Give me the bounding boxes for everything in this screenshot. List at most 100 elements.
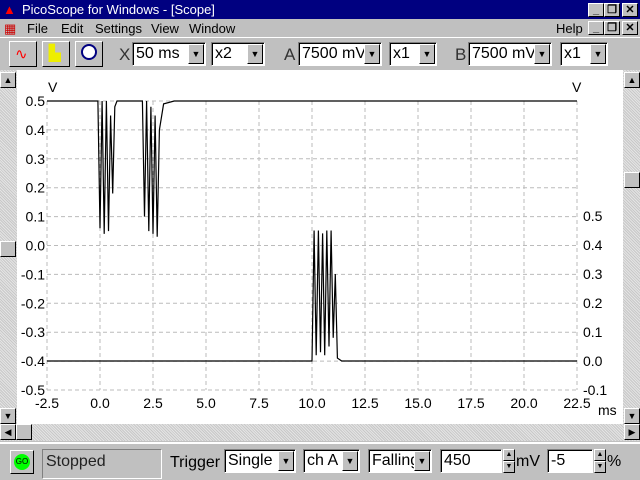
doc-close-button[interactable]: ✕ xyxy=(622,21,638,35)
left-tick-label: 0.5 xyxy=(26,93,46,109)
b-label: B xyxy=(455,45,467,64)
channel-a-range-select[interactable]: 7500 mV ▼ xyxy=(298,42,382,66)
menu-edit[interactable]: Edit xyxy=(61,21,83,36)
channel-b-multiplier-select[interactable]: x1 ▼ xyxy=(560,42,608,66)
horizontal-scrollbar[interactable] xyxy=(0,424,640,441)
x-tick-label: 0.0 xyxy=(90,395,110,411)
a-multiplier-value: x1 xyxy=(393,45,410,62)
spectrum-mode-button[interactable]: ▙ xyxy=(42,41,70,67)
chevron-down-icon: ▼ xyxy=(364,44,380,64)
level-down-button[interactable]: ▼ xyxy=(503,461,515,473)
left-tick-label: -0.5 xyxy=(21,382,45,398)
trigger-level-input[interactable]: 450 xyxy=(440,449,502,473)
trigger-mode-select[interactable]: Single ▼ xyxy=(224,449,296,473)
right-tick-label: -0.1 xyxy=(583,382,607,398)
chevron-down-icon: ▼ xyxy=(247,44,263,64)
scroll-up-right[interactable]: ▲ xyxy=(624,72,640,88)
right-vertical-scrollbar[interactable] xyxy=(623,70,640,424)
chevron-down-icon: ▼ xyxy=(278,451,294,471)
scroll-up-left[interactable]: ▲ xyxy=(0,72,16,88)
a-range-value: 7500 mV xyxy=(302,45,367,62)
status-bar: GO Stopped Trigger Single ▼ ch A ▼ Falling… xyxy=(0,442,640,480)
go-label: GO xyxy=(14,454,30,470)
level-up-button[interactable]: ▲ xyxy=(503,449,515,461)
timebase-value: 50 ms xyxy=(136,45,180,62)
trigger-label: Trigger xyxy=(170,454,221,471)
scope-plot: -2.5 0.0 2.5 5.0 7.5 10.0 12.5 15.0 17.5 20.0 22.5… xyxy=(17,70,623,424)
chevron-down-icon: ▼ xyxy=(342,451,358,471)
trigger-channel-value: ch A xyxy=(307,452,339,469)
x-multiplier-value: x2 xyxy=(215,45,232,62)
x-tick-label: 7.5 xyxy=(249,395,269,411)
scroll-left-button[interactable]: ◀ xyxy=(0,424,16,440)
scroll-thumb-right[interactable] xyxy=(624,172,640,188)
x-unit-label: ms xyxy=(598,402,617,418)
chevron-down-icon: ▼ xyxy=(590,44,606,64)
menu-file[interactable]: File xyxy=(27,21,48,36)
scroll-thumb-horizontal[interactable] xyxy=(16,424,32,440)
right-tick-label: 0.3 xyxy=(583,266,603,282)
close-button[interactable]: ✕ xyxy=(622,3,638,17)
channel-a-multiplier-select[interactable]: x1 ▼ xyxy=(389,42,437,66)
level-unit: mV xyxy=(516,453,540,470)
plot-background xyxy=(17,70,623,424)
x-tick-label: 17.5 xyxy=(457,395,484,411)
bar-chart-icon: ▙ xyxy=(49,45,61,62)
title-bar: ▲ PicoScope for Windows - [Scope] _ ❐ ✕ xyxy=(0,0,640,19)
x-tick-label: 12.5 xyxy=(351,395,378,411)
left-unit-label: V xyxy=(48,79,58,95)
chevron-down-icon: ▼ xyxy=(188,44,204,64)
left-tick-label: -0.4 xyxy=(21,353,45,369)
scroll-thumb-left[interactable] xyxy=(0,241,16,257)
go-button[interactable]: GO xyxy=(10,450,34,474)
window-title: PicoScope for Windows - [Scope] xyxy=(22,2,215,17)
menu-help[interactable]: Help xyxy=(556,21,583,36)
b-range-value: 7500 mV xyxy=(472,45,537,62)
menu-view[interactable]: View xyxy=(151,21,179,36)
channel-b-range-select[interactable]: 7500 mV ▼ xyxy=(468,42,552,66)
chevron-down-icon: ▼ xyxy=(534,44,550,64)
left-tick-label: 0.1 xyxy=(26,209,46,225)
x-label: X xyxy=(119,45,131,64)
menu-settings[interactable]: Settings xyxy=(95,21,142,36)
left-tick-label: -0.3 xyxy=(21,324,45,340)
doc-restore-button[interactable]: ❐ xyxy=(604,21,620,35)
trigger-delay-value: -5 xyxy=(551,452,566,469)
right-tick-label: 0.5 xyxy=(583,208,603,224)
toolbar: ∿ ▙ X 50 ms ▼ x2 ▼ A 7500 mV ▼ x1 ▼ B 7500 m… xyxy=(0,37,640,70)
trigger-level-value: 450 xyxy=(444,452,471,469)
delay-up-button[interactable]: ▲ xyxy=(594,449,606,461)
x-tick-label: 15.0 xyxy=(404,395,431,411)
scroll-down-right[interactable]: ▼ xyxy=(624,408,640,424)
x-multiplier-select[interactable]: x2 ▼ xyxy=(211,42,265,66)
minimize-button[interactable]: _ xyxy=(588,3,604,17)
meter-mode-button[interactable] xyxy=(75,41,103,67)
right-tick-label: 0.1 xyxy=(583,324,603,340)
delay-unit: % xyxy=(607,453,622,470)
chevron-down-icon: ▼ xyxy=(419,44,435,64)
b-multiplier-value: x1 xyxy=(564,45,581,62)
doc-minimize-button[interactable]: _ xyxy=(588,21,604,35)
restore-button[interactable]: ❐ xyxy=(604,3,620,17)
x-tick-label: 5.0 xyxy=(196,395,216,411)
left-tick-label: 0.0 xyxy=(26,238,46,254)
left-tick-label: 0.4 xyxy=(26,122,46,138)
timebase-select[interactable]: 50 ms ▼ xyxy=(132,42,206,66)
left-tick-label: 0.3 xyxy=(26,151,46,167)
right-tick-label: 0.4 xyxy=(583,237,603,253)
run-state: Stopped xyxy=(42,449,162,479)
a-label: A xyxy=(284,45,296,64)
right-tick-label: 0.2 xyxy=(583,295,603,311)
scope-mode-button[interactable]: ∿ xyxy=(9,41,37,67)
trigger-edge-select[interactable]: Falling ▼ xyxy=(368,449,432,473)
delay-down-button[interactable]: ▼ xyxy=(594,461,606,473)
trigger-channel-select[interactable]: ch A ▼ xyxy=(303,449,360,473)
trigger-delay-input[interactable]: -5 xyxy=(547,449,593,473)
trigger-edge-value: Falling xyxy=(372,452,420,469)
menu-window[interactable]: Window xyxy=(189,21,235,36)
waveform-icon: ∿ xyxy=(15,46,28,63)
left-tick-label: 0.2 xyxy=(26,180,46,196)
scroll-down-left[interactable]: ▼ xyxy=(0,408,16,424)
scroll-right-button[interactable]: ▶ xyxy=(624,424,640,440)
doc-icon: ▦ xyxy=(4,21,17,36)
